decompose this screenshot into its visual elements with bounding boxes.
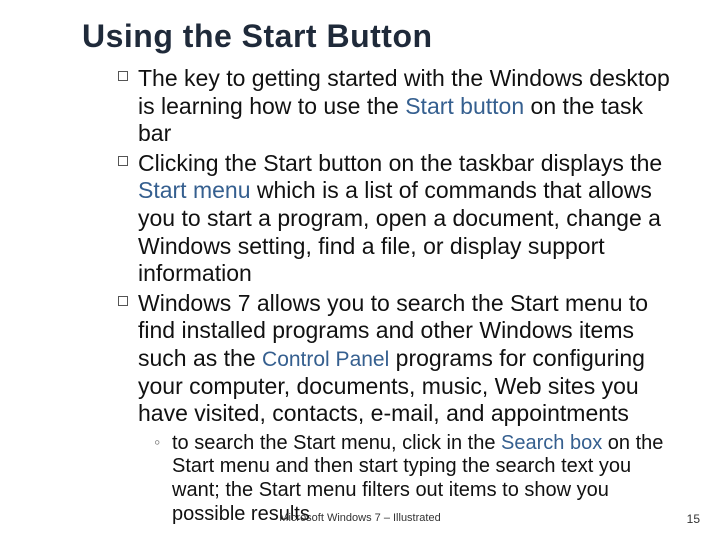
- footer-text: Microsoft Windows 7 – Illustrated: [0, 512, 720, 524]
- page-number: 15: [687, 512, 700, 526]
- sub-bullet-1-text-pre: to search the Start menu, click in the: [172, 432, 501, 454]
- bullet-3: Windows 7 allows you to search the Start…: [118, 290, 672, 526]
- sub-bullet-1-term: Search box: [501, 432, 602, 454]
- slide: Using the Start Button The key to gettin…: [0, 0, 720, 540]
- slide-title: Using the Start Button: [82, 18, 672, 55]
- bullet-1-term: Start button: [405, 93, 524, 119]
- bullet-1: The key to getting started with the Wind…: [118, 65, 672, 148]
- bullet-3-term: Control Panel: [262, 348, 389, 371]
- bullet-2-term: Start menu: [138, 177, 251, 203]
- bullet-list: The key to getting started with the Wind…: [118, 65, 672, 526]
- bullet-2: Clicking the Start button on the taskbar…: [118, 150, 672, 288]
- bullet-2-text-pre: Clicking the Start button on the taskbar…: [138, 150, 662, 176]
